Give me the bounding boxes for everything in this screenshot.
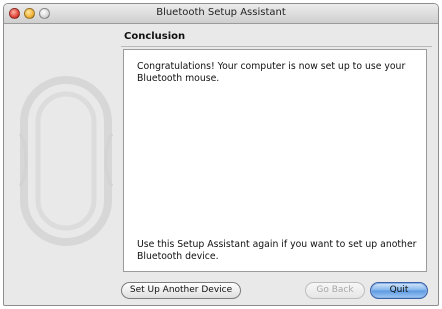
heading-divider	[121, 46, 432, 47]
content-panel: Congratulations! Your computer is now se…	[123, 49, 427, 272]
quit-button[interactable]: Quit	[370, 282, 428, 299]
set-up-another-device-button[interactable]: Set Up Another Device	[121, 282, 241, 299]
page-title: Conclusion	[124, 31, 186, 42]
window-title: Bluetooth Setup Assistant	[156, 7, 286, 18]
setup-assistant-window: Bluetooth Setup Assistant Conclusion Con…	[3, 3, 439, 306]
go-back-button[interactable]: Go Back	[305, 282, 365, 299]
title-bar: Bluetooth Setup Assistant	[4, 4, 438, 24]
bluetooth-mouse-watermark-icon	[18, 76, 114, 246]
setup-again-message: Use this Setup Assistant again if you wa…	[137, 239, 417, 262]
conclusion-message: Congratulations! Your computer is now se…	[137, 61, 406, 84]
